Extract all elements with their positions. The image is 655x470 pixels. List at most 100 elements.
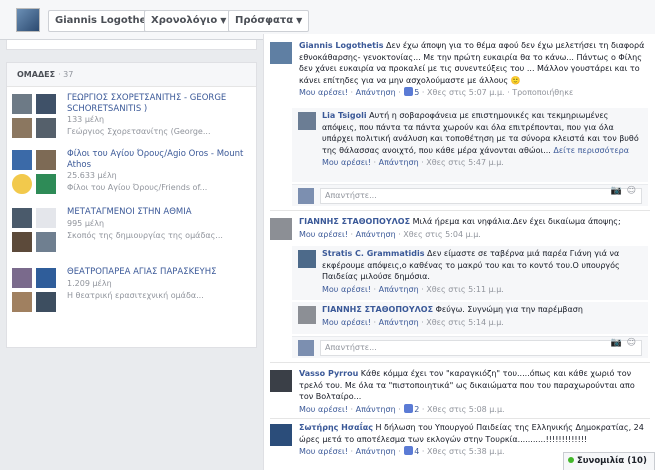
- avatar: [298, 340, 314, 356]
- comment-body: Giannis Logothetis Δεν έχω άποψη για το …: [299, 40, 649, 99]
- comment-author[interactable]: Giannis Logothetis: [299, 41, 383, 50]
- timestamp[interactable]: Χθες στις 5:14 μ.μ.: [426, 318, 504, 327]
- comment-meta: Μου αρέσει! · Απάντηση · 2 · Χθες στις 5…: [299, 403, 505, 414]
- reply-link[interactable]: Απάντηση: [379, 285, 419, 294]
- groups-count: · 37: [58, 70, 74, 79]
- like-count[interactable]: 4: [414, 447, 419, 456]
- group-title[interactable]: Φίλοι του Αγίου Όρους/Agio Oros - Mount …: [67, 149, 252, 171]
- comment-body: ΓΙΑΝΝΗΣ ΣΤΑΘΟΠΟΥΛΟΣ Μιλά ήρεμα και νηφάλ…: [299, 216, 649, 240]
- card-top: [6, 40, 257, 50]
- chat-bar[interactable]: Συνομιλία (10): [563, 452, 655, 470]
- timestamp[interactable]: Χθες στις 5:11 μ.μ.: [426, 285, 504, 294]
- like-link[interactable]: Μου αρέσει!: [322, 285, 371, 294]
- avatar[interactable]: [298, 250, 316, 268]
- avatar[interactable]: [270, 42, 292, 64]
- divider: [270, 210, 650, 211]
- like-icon: [404, 403, 414, 413]
- comment-text: Μιλά ήρεμα και νηφάλια.Δεν έχει δικαίωμα…: [410, 217, 621, 226]
- camera-icon[interactable]: 📷: [611, 338, 622, 348]
- comment-text: Φεύγω. Συγνώμη για την παρέμβαση: [433, 305, 583, 314]
- group-members: 1.209 μέλη: [67, 279, 112, 288]
- comment-meta: Μου αρέσει! · Απάντηση · Χθες στις 5:47 …: [322, 158, 504, 168]
- group-title[interactable]: ΓΕΩΡΓΙΟΣ ΣΧΟΡΕΤΣΑΝΙΤΗΣ - GEORGE SCHORETS…: [67, 93, 252, 115]
- reply-link[interactable]: Απάντηση: [356, 230, 396, 239]
- timeline-label: Χρονολόγιο: [151, 15, 218, 26]
- reply-link[interactable]: Απάντηση: [379, 318, 419, 327]
- reply-input[interactable]: Απαντήστε...: [320, 188, 642, 204]
- like-icon: [404, 87, 414, 97]
- reply-input[interactable]: Απαντήστε...: [320, 340, 642, 356]
- reply-input-row: Απαντήστε... 📷 ☺: [292, 336, 648, 358]
- reply-input-row: Απαντήστε... 📷 ☺: [292, 184, 648, 206]
- see-more-link[interactable]: Δείτε περισσότερα: [553, 146, 629, 155]
- avatar[interactable]: [270, 424, 292, 446]
- comment-meta: Μου αρέσει! · Απάντηση · Χθες στις 5:04 …: [299, 229, 481, 239]
- like-count[interactable]: 5: [414, 88, 419, 97]
- like-icon: [404, 446, 414, 456]
- comment-author[interactable]: ΓΙΑΝΝΗΣ ΣΤΑΘΟΠΟΥΛΟΣ: [299, 217, 410, 226]
- reply-link[interactable]: Απάντηση: [379, 158, 419, 167]
- recent-label: Πρόσφατα: [235, 15, 294, 26]
- group-thumbnails: [11, 93, 59, 141]
- edited-label[interactable]: Τροποποιήθηκε: [512, 88, 573, 97]
- groups-header[interactable]: ΟΜΑΔΕΣ · 37: [7, 63, 256, 87]
- group-description: Φίλοι του Αγίου Όρους/Friends of...: [67, 183, 208, 192]
- like-link[interactable]: Μου αρέσει!: [299, 447, 348, 456]
- comment-body: Vasso Pyrrou Κάθε κόμμα έχει τον "καραγκ…: [299, 368, 649, 415]
- avatar[interactable]: [298, 112, 316, 130]
- online-status-icon: [568, 457, 574, 463]
- like-count[interactable]: 2: [414, 405, 419, 414]
- timestamp[interactable]: Χθες στις 5:08 μ.μ.: [427, 405, 505, 414]
- emoji-icon[interactable]: ☺: [627, 186, 636, 196]
- reply: Lia Tsigoli Αυτή η σοβαροφάνεια με επιστ…: [292, 108, 648, 182]
- group-thumbnails: [11, 267, 59, 315]
- reply: ΓΙΑΝΝΗΣ ΣΤΑΘΟΠΟΥΛΟΣ Φεύγω. Συγνώμη για τ…: [292, 302, 648, 334]
- chevron-down-icon: ▼: [296, 16, 303, 25]
- comment-author[interactable]: Σωτήρης Ησαΐας: [299, 423, 373, 432]
- group-members: 25.633 μέλη: [67, 171, 117, 180]
- comment: ΓΙΑΝΝΗΣ ΣΤΑΘΟΠΟΥΛΟΣ Μιλά ήρεμα και νηφάλ…: [270, 216, 650, 246]
- profile-avatar[interactable]: [16, 8, 40, 32]
- comment-body: ΓΙΑΝΝΗΣ ΣΤΑΘΟΠΟΥΛΟΣ Φεύγω. Συγνώμη για τ…: [322, 304, 642, 328]
- group-item[interactable]: ΘΕΑΤΡΟΠΑΡΕΑ ΑΓΙΑΣ ΠΑΡΑΣΚΕΥΗΣ 1.209 μέλη …: [7, 267, 258, 319]
- avatar[interactable]: [270, 370, 292, 392]
- timeline-button[interactable]: Χρονολόγιο ▼: [144, 10, 234, 32]
- group-description: Σκοπός της δημιουργίας της ομάδας...: [67, 231, 223, 240]
- group-item[interactable]: ΜΕΤΑΤΑΓΜΕΝΟΙ ΣΤΗΝ ΑΘΜΙΑ 995 μέλη Σκοπός …: [7, 207, 258, 259]
- reply-link[interactable]: Απάντηση: [356, 88, 396, 97]
- timestamp[interactable]: Χθες στις 5:07 μ.μ.: [427, 88, 505, 97]
- comment-author[interactable]: Stratis C. Grammatidis: [322, 249, 425, 258]
- like-link[interactable]: Μου αρέσει!: [299, 88, 348, 97]
- group-item[interactable]: ΓΕΩΡΓΙΟΣ ΣΧΟΡΕΤΣΑΝΙΤΗΣ - GEORGE SCHORETS…: [7, 93, 258, 145]
- comment: Giannis Logothetis Δεν έχω άποψη για το …: [270, 40, 650, 110]
- avatar[interactable]: [270, 218, 292, 240]
- like-link[interactable]: Μου αρέσει!: [299, 405, 348, 414]
- timestamp[interactable]: Χθες στις 5:04 μ.μ.: [403, 230, 481, 239]
- comment-meta: Μου αρέσει! · Απάντηση · 5 · Χθες στις 5…: [299, 87, 574, 98]
- reply-link[interactable]: Απάντηση: [356, 405, 396, 414]
- comment-meta: Μου αρέσει! · Απάντηση · Χθες στις 5:14 …: [322, 317, 504, 327]
- group-title[interactable]: ΜΕΤΑΤΑΓΜΕΝΟΙ ΣΤΗΝ ΑΘΜΙΑ: [67, 207, 252, 218]
- camera-icon[interactable]: 📷: [611, 186, 622, 196]
- group-members: 133 μέλη: [67, 115, 105, 124]
- avatar[interactable]: [298, 306, 316, 324]
- group-title[interactable]: ΘΕΑΤΡΟΠΑΡΕΑ ΑΓΙΑΣ ΠΑΡΑΣΚΕΥΗΣ: [67, 267, 252, 278]
- like-link[interactable]: Μου αρέσει!: [322, 318, 371, 327]
- emoji-icon[interactable]: ☺: [627, 338, 636, 348]
- like-link[interactable]: Μου αρέσει!: [299, 230, 348, 239]
- comment-body: Stratis C. Grammatidis Δεν είμαστε σε τα…: [322, 248, 642, 295]
- like-link[interactable]: Μου αρέσει!: [322, 158, 371, 167]
- reply-link[interactable]: Απάντηση: [356, 447, 396, 456]
- recent-button[interactable]: Πρόσφατα ▼: [228, 10, 310, 32]
- comment-author[interactable]: Lia Tsigoli: [322, 111, 367, 120]
- divider: [270, 362, 650, 363]
- group-description: Γεώργιος Σχορετσανίτης (George...: [67, 127, 211, 136]
- comment-author[interactable]: ΓΙΑΝΝΗΣ ΣΤΑΘΟΠΟΥΛΟΣ: [322, 305, 433, 314]
- group-thumbnails: [11, 207, 59, 255]
- timestamp[interactable]: Χθες στις 5:47 μ.μ.: [426, 158, 504, 167]
- group-item[interactable]: Φίλοι του Αγίου Όρους/Agio Oros - Mount …: [7, 149, 258, 201]
- comment-author[interactable]: Vasso Pyrrou: [299, 369, 358, 378]
- timestamp[interactable]: Χθες στις 5:38 μ.μ.: [427, 447, 505, 456]
- groups-box: ΟΜΑΔΕΣ · 37 ΓΕΩΡΓΙΟΣ ΣΧΟΡΕΤΣΑΝΙΤΗΣ - GEOR…: [6, 62, 257, 348]
- chat-label: Συνομιλία (10): [577, 456, 647, 466]
